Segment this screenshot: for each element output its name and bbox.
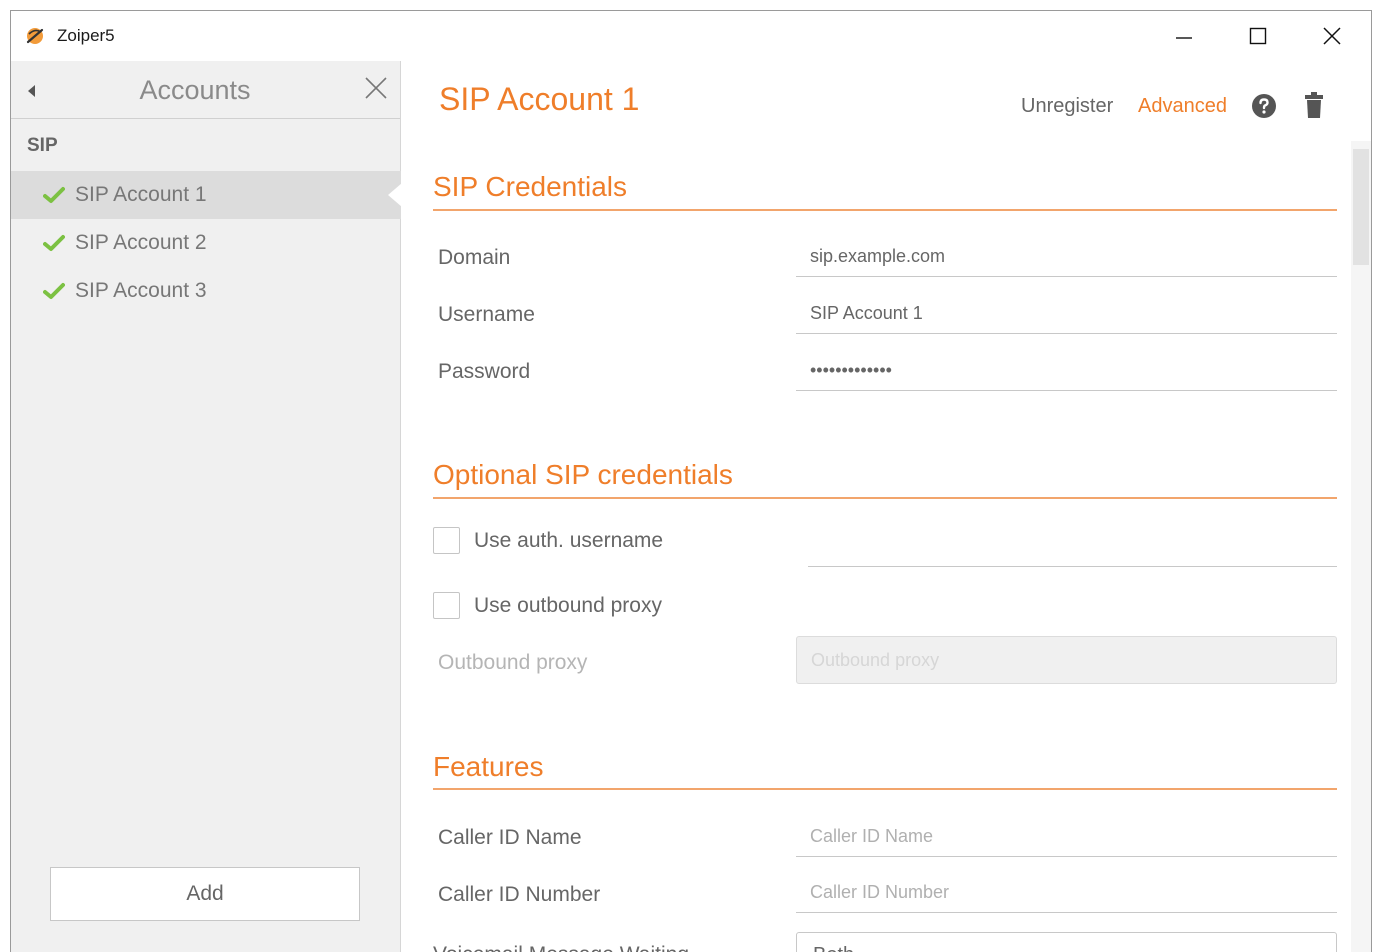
section-title-features: Features [433, 751, 544, 782]
check-icon [43, 187, 65, 203]
outbound-proxy-input: Outbound proxy [796, 636, 1337, 684]
outbound-proxy-label: Outbound proxy [438, 651, 588, 674]
section-divider [433, 209, 1337, 211]
caller-id-number-label: Caller ID Number [438, 883, 601, 906]
caller-id-name-input[interactable]: Caller ID Name [796, 817, 1337, 857]
use-auth-username-label: Use auth. username [474, 528, 664, 552]
auth-username-input[interactable] [808, 566, 1337, 567]
password-input[interactable]: ••••••••••••• [796, 351, 1337, 391]
voicemail-select[interactable]: Both [796, 932, 1337, 952]
section-divider [433, 497, 1337, 499]
sidebar-group-sip: SIP [27, 135, 58, 156]
minimize-icon [1176, 37, 1192, 39]
use-outbound-proxy-checkbox-row[interactable]: Use outbound proxy [433, 592, 662, 619]
use-auth-username-checkbox-row[interactable]: Use auth. username [433, 527, 663, 554]
trash-icon[interactable] [1303, 91, 1325, 119]
title-bar: Zoiper5 [11, 11, 1371, 61]
sidebar-item-sip-account-1[interactable]: SIP Account 1 [11, 171, 402, 219]
voicemail-select-value: Both [813, 944, 854, 952]
accounts-sidebar: Accounts SIP SIP Account 1 SIP Account 2… [11, 61, 402, 952]
use-outbound-proxy-label: Use outbound proxy [474, 593, 662, 617]
check-icon [43, 235, 65, 251]
sidebar-item-sip-account-3[interactable]: SIP Account 3 [11, 267, 401, 315]
domain-label: Domain [438, 246, 511, 269]
app-window: Zoiper5 Accounts SIP SIP Account 1 SIP A… [10, 10, 1372, 952]
close-window-button[interactable] [1309, 19, 1355, 53]
advanced-link[interactable]: Advanced [1138, 95, 1227, 118]
password-label: Password [438, 360, 531, 383]
page-title: SIP Account 1 [439, 81, 640, 117]
zoiper-logo-icon [26, 28, 44, 44]
scrollbar-thumb[interactable] [1353, 149, 1369, 265]
vertical-scrollbar[interactable] [1351, 141, 1371, 952]
voicemail-label: Voicemail Message Waiting [433, 943, 689, 952]
close-icon [1323, 27, 1341, 45]
account-settings-panel: SIP Account 1 Unregister Advanced SIP Cr… [401, 61, 1371, 952]
minimize-button[interactable] [1161, 19, 1207, 53]
section-title-sip-credentials: SIP Credentials [433, 171, 628, 202]
caller-id-name-label: Caller ID Name [438, 826, 582, 849]
check-icon [43, 283, 65, 299]
sidebar-item-label: SIP Account 1 [75, 183, 207, 206]
section-divider [433, 788, 1337, 790]
use-auth-username-checkbox[interactable] [433, 527, 460, 554]
unregister-link[interactable]: Unregister [1021, 95, 1113, 118]
domain-input[interactable]: sip.example.com [796, 237, 1337, 277]
section-title-optional-sip-credentials: Optional SIP credentials [433, 459, 733, 490]
maximize-icon [1249, 27, 1267, 45]
sidebar-item-label: SIP Account 3 [75, 279, 207, 302]
sidebar-header: Accounts [11, 61, 400, 119]
maximize-button[interactable] [1235, 19, 1281, 53]
app-title: Zoiper5 [57, 26, 115, 45]
selection-pointer [388, 183, 402, 207]
username-label: Username [438, 303, 535, 326]
help-icon[interactable] [1251, 93, 1277, 119]
add-account-button[interactable]: Add [50, 867, 360, 921]
username-input[interactable]: SIP Account 1 [796, 294, 1337, 334]
use-outbound-proxy-checkbox[interactable] [433, 592, 460, 619]
caller-id-number-input[interactable]: Caller ID Number [796, 873, 1337, 913]
sidebar-item-label: SIP Account 2 [75, 231, 207, 254]
sidebar-title: Accounts [139, 75, 251, 105]
close-sidebar-icon[interactable] [363, 75, 389, 101]
sidebar-item-sip-account-2[interactable]: SIP Account 2 [11, 219, 401, 267]
